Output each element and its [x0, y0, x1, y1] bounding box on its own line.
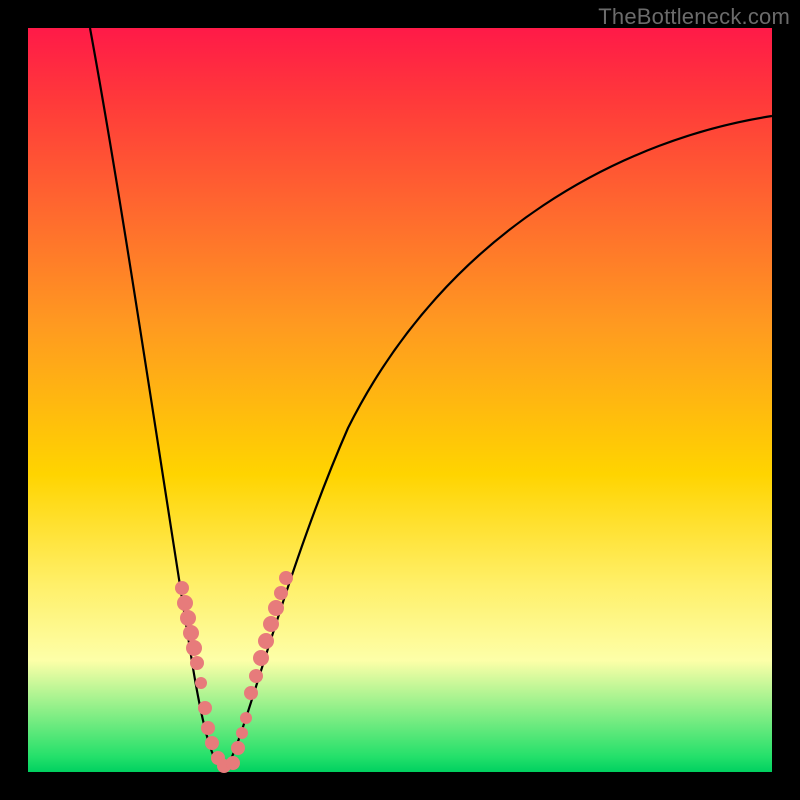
- bead-marker: [268, 600, 284, 616]
- bead-marker: [201, 721, 215, 735]
- right-curve: [224, 116, 772, 768]
- bead-marker: [253, 650, 269, 666]
- bead-marker: [244, 686, 258, 700]
- bead-marker: [263, 616, 279, 632]
- curve-overlay: [28, 28, 772, 772]
- bead-marker: [198, 701, 212, 715]
- bead-marker: [180, 610, 196, 626]
- watermark-text: TheBottleneck.com: [598, 4, 790, 30]
- bead-marker: [240, 712, 252, 724]
- bead-marker: [195, 677, 207, 689]
- bead-marker: [183, 625, 199, 641]
- left-curve: [90, 28, 224, 768]
- bead-marker: [226, 756, 240, 770]
- bead-marker: [231, 741, 245, 755]
- bead-marker: [249, 669, 263, 683]
- bead-marker: [205, 736, 219, 750]
- bead-marker: [279, 571, 293, 585]
- chart-area: [28, 28, 772, 772]
- bead-marker: [186, 640, 202, 656]
- bead-marker: [177, 595, 193, 611]
- bead-marker: [274, 586, 288, 600]
- bead-marker: [190, 656, 204, 670]
- bead-marker: [258, 633, 274, 649]
- beads-left-group: [175, 581, 231, 773]
- bead-marker: [236, 727, 248, 739]
- bead-marker: [175, 581, 189, 595]
